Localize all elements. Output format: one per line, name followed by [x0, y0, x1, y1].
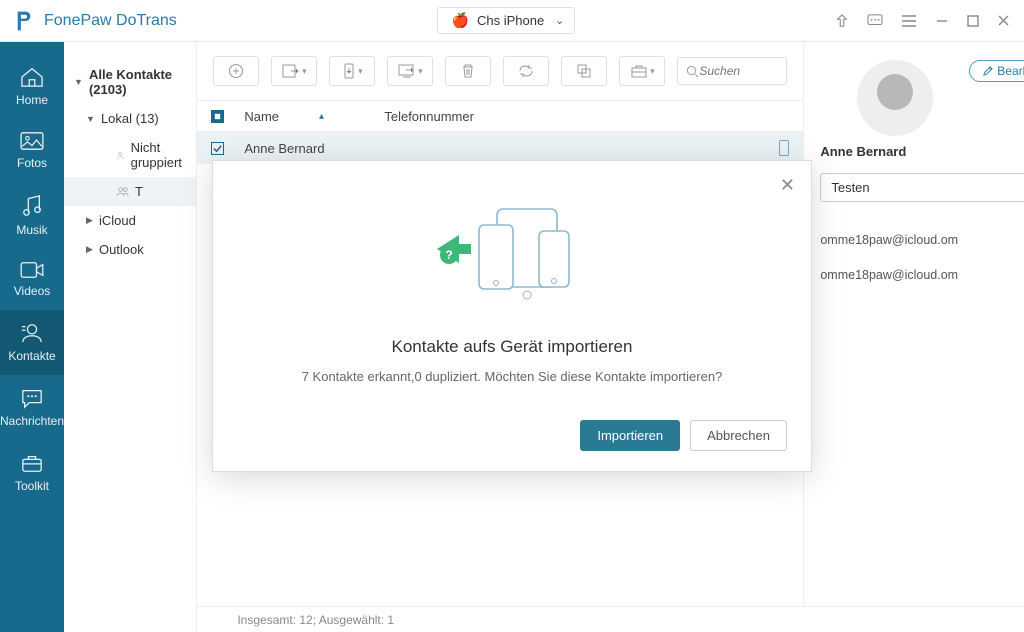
modal-description: 7 Kontakte erkannt,0 dupliziert. Möchten…: [237, 369, 787, 384]
import-cancel-button[interactable]: Abbrechen: [690, 420, 787, 451]
modal-title: Kontakte aufs Gerät importieren: [237, 337, 787, 357]
import-confirm-button[interactable]: Importieren: [580, 420, 680, 451]
modal-overlay: ✕ ? Kontakte aufs Gerät importieren 7 Ko…: [0, 0, 1024, 632]
modal-close-button[interactable]: ✕: [780, 175, 795, 196]
modal-buttons: Importieren Abbrechen: [237, 420, 787, 451]
import-modal: ✕ ? Kontakte aufs Gerät importieren 7 Ko…: [212, 160, 812, 472]
import-graphic: ?: [237, 201, 787, 311]
svg-text:?: ?: [445, 248, 452, 262]
